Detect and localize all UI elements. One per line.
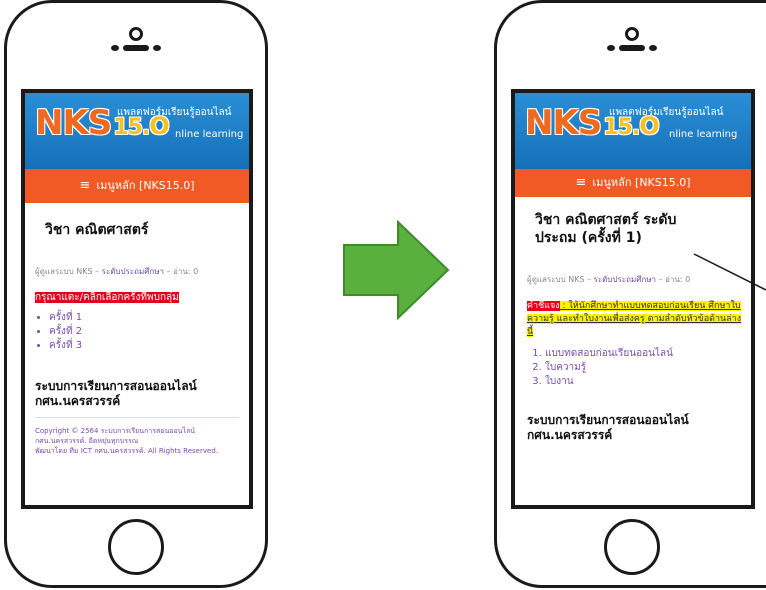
phone-left: NKS15.O แพลตฟอร์มเรียนรู้ออนไลน์ nline l… — [4, 0, 268, 588]
instructions-label: คำชี้แจง — [527, 301, 560, 311]
session-link-3[interactable]: ครั้งที่ 3 — [49, 339, 239, 353]
site-tagline-en: nline learning — [669, 129, 738, 140]
lesson-link-knowledge-sheet[interactable]: ใบความรู้ — [545, 361, 743, 375]
phone-right: NKS15.O แพลตฟอร์มเรียนรู้ออนไลน์ nline l… — [494, 0, 766, 588]
site-banner[interactable]: NKS15.O แพลตฟอร์มเรียนรู้ออนไลน์ nline l… — [25, 93, 249, 169]
screen-left: NKS15.O แพลตฟอร์มเรียนรู้ออนไลน์ nline l… — [21, 89, 253, 509]
earpiece-slot — [606, 45, 657, 51]
screen-right: NKS15.O แพลตฟอร์มเรียนรู้ออนไลน์ nline l… — [511, 89, 755, 509]
copyright-line-3: พัฒนาโดย ทีม ICT กศน.นครสวรรค์. All Righ… — [35, 447, 218, 455]
hamburger-menu-icon[interactable]: ≡ — [79, 178, 90, 193]
page-title-line-2: ประถม (ครั้งที่ 1) — [535, 230, 642, 246]
earpiece-slot — [111, 45, 161, 51]
footer-title-1: ระบบการเรียนการสอนออนไลน์ — [35, 379, 197, 393]
site-tagline-thai: แพลตฟอร์มเรียนรู้ออนไลน์ — [609, 107, 724, 118]
instructions-text: : ให้นักศึกษาทำแบบทดสอบก่อนเรียน ศึกษาใบ… — [527, 301, 742, 337]
post-meta: ผู้ดูแลระบบ NKS – ระดับประถมศึกษา – อ่าน… — [35, 267, 199, 276]
right-arrow-icon — [343, 220, 450, 320]
page-title: วิชา คณิตศาสตร์ ระดับ ประถม (ครั้งที่ 1) — [535, 211, 743, 247]
session-list: ครั้งที่ 1 ครั้งที่ 2 ครั้งที่ 3 — [35, 311, 239, 353]
footer-title-2: กศน.นครสวรรค์ — [35, 394, 121, 408]
instructions: คำชี้แจง : ให้นักศึกษาทำแบบทดสอบก่อนเรีย… — [527, 300, 743, 339]
main-menu-bar[interactable]: ≡ เมนูหลัก [NKS15.0] — [515, 169, 751, 197]
front-camera-icon — [624, 27, 639, 41]
annotation-pointer-line — [693, 253, 766, 291]
meta-category[interactable]: ระดับประถมศึกษา — [102, 267, 164, 276]
meta-author[interactable]: ผู้ดูแลระบบ NKS — [527, 275, 585, 284]
notice-text: กรุณาแตะ/คลิกเลือกครั้งที่พบกลุ่ม — [35, 292, 179, 303]
copyright-line-1: Copyright © 2564 ระบบการเรียนการสอนออนไล… — [35, 427, 196, 435]
copyright-line-2: กศน.นครสวรรค์. ยืดหยุ่นทุกบรรณ — [35, 437, 139, 445]
meta-category[interactable]: ระดับประถมศึกษา — [594, 275, 656, 284]
front-camera-icon — [129, 27, 143, 41]
lesson-link-worksheet[interactable]: ใบงาน — [545, 375, 743, 389]
site-tagline-thai: แพลตฟอร์มเรียนรู้ออนไลน์ — [117, 107, 232, 118]
main-menu-bar[interactable]: ≡ เมนูหลัก [NKS15.0] — [25, 169, 249, 203]
site-banner[interactable]: NKS15.O แพลตฟอร์มเรียนรู้ออนไลน์ nline l… — [515, 93, 751, 169]
hamburger-menu-icon[interactable]: ≡ — [575, 175, 586, 190]
lesson-link-pretest[interactable]: แบบทดสอบก่อนเรียนออนไลน์ — [545, 347, 743, 361]
home-button-icon[interactable] — [108, 519, 164, 575]
footer-title-2: กศน.นครสวรรค์ — [527, 428, 613, 442]
site-tagline-en: nline learning — [175, 129, 244, 140]
meta-author[interactable]: ผู้ดูแลระบบ NKS — [35, 267, 93, 276]
main-menu-label[interactable]: เมนูหลัก [NKS15.0] — [592, 176, 690, 189]
page-content: วิชา คณิตศาสตร์ ระดับ ประถม (ครั้งที่ 1)… — [527, 211, 743, 443]
page-title: วิชา คณิตศาสตร์ — [45, 222, 149, 238]
session-link-2[interactable]: ครั้งที่ 2 — [49, 325, 239, 339]
page-content: วิชา คณิตศาสตร์ ผู้ดูแลระบบ NKS – ระดับป… — [35, 219, 239, 456]
session-link-1[interactable]: ครั้งที่ 1 — [49, 311, 239, 325]
lesson-list: แบบทดสอบก่อนเรียนออนไลน์ ใบความรู้ ใบงาน — [527, 347, 743, 389]
main-menu-label[interactable]: เมนูหลัก [NKS15.0] — [96, 179, 194, 192]
home-button-icon[interactable] — [603, 519, 660, 575]
page-title-line-1: วิชา คณิตศาสตร์ ระดับ — [535, 212, 677, 228]
footer-title-1: ระบบการเรียนการสอนออนไลน์ — [527, 413, 689, 427]
footer-divider — [35, 417, 239, 418]
